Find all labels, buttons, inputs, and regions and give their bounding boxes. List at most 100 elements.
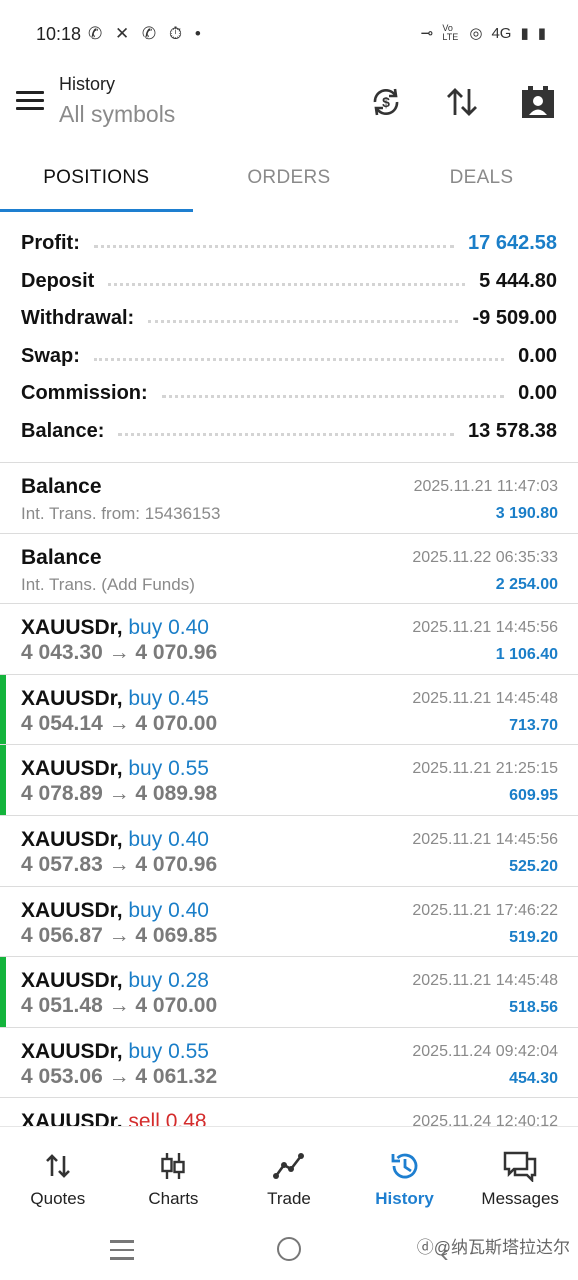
deal-time: 2025.11.21 14:45:56 bbox=[412, 619, 558, 637]
swap-label: Swap: bbox=[21, 344, 80, 367]
charts-icon bbox=[116, 1151, 232, 1181]
summary-row-commission: Commission: 0.00 bbox=[0, 375, 578, 413]
trade-icon bbox=[231, 1151, 347, 1181]
tab-deals[interactable]: DEALS bbox=[385, 150, 578, 212]
deal-type: buy 0.55 bbox=[128, 757, 209, 781]
deal-prices: 4 054.14 → 4 070.00 bbox=[21, 711, 218, 735]
nav-trade[interactable]: Trade bbox=[231, 1127, 347, 1220]
deal-symbol: XAUUSDr, bbox=[21, 1039, 123, 1063]
deal-time: 2025.11.21 14:45:48 bbox=[412, 972, 558, 990]
svg-text:$: $ bbox=[382, 94, 390, 110]
deal-time: 2025.11.21 14:45:48 bbox=[412, 689, 558, 707]
deal-symbol: XAUUSDr, bbox=[21, 898, 123, 922]
deals-list: Balance Int. Trans. from: 15436153 2025.… bbox=[0, 463, 578, 1126]
status-time: 10:18 bbox=[36, 24, 82, 44]
deal-prices: 4 057.83 → 4 070.96 bbox=[21, 852, 218, 876]
messages-icon bbox=[462, 1151, 578, 1182]
network-type-label: 4G bbox=[491, 24, 512, 42]
key-icon: ⊸ bbox=[420, 25, 434, 42]
signal-icon: ▮ bbox=[520, 25, 529, 42]
status-bar: 10:18 ✆ ✕ ✆ ⏱ • ⊸ Vo LTE ◎ 4G ▮ ▮ bbox=[0, 0, 578, 70]
deal-title: Balance bbox=[21, 545, 102, 569]
hotspot-icon: ◎ bbox=[469, 25, 483, 42]
commission-label: Commission: bbox=[21, 382, 148, 405]
profit-label: Profit: bbox=[21, 232, 80, 255]
nav-quotes[interactable]: Quotes bbox=[0, 1127, 116, 1220]
deal-title: XAUUSDr, buy 0.40 bbox=[21, 828, 209, 852]
deal-type: buy 0.40 bbox=[128, 898, 209, 922]
deal-type: buy 0.55 bbox=[128, 1039, 209, 1063]
deal-prices: 4 056.87 → 4 069.85 bbox=[21, 923, 218, 947]
list-item[interactable]: XAUUSDr, sell 0.48 2025.11.24 12:40:12 bbox=[0, 1098, 578, 1126]
calendar-icon bbox=[522, 86, 554, 118]
sort-button[interactable] bbox=[442, 82, 482, 122]
deal-type: sell 0.48 bbox=[128, 1110, 207, 1126]
deal-profit: 609.95 bbox=[509, 787, 558, 805]
nav-charts[interactable]: Charts bbox=[116, 1127, 232, 1220]
position-marker bbox=[0, 957, 6, 1027]
deal-profit: 1 106.40 bbox=[495, 646, 558, 664]
currency-sync-button[interactable]: $ bbox=[366, 82, 406, 122]
list-item[interactable]: Balance Int. Trans. (Add Funds) 2025.11.… bbox=[0, 534, 578, 605]
tab-positions[interactable]: POSITIONS bbox=[0, 150, 193, 212]
deal-time: 2025.11.21 21:25:15 bbox=[412, 760, 558, 778]
app-header: History All symbols $ bbox=[0, 70, 578, 150]
recents-icon[interactable] bbox=[110, 1240, 134, 1260]
nav-label: Trade bbox=[267, 1189, 311, 1208]
summary-row-deposit: Deposit 5 444.80 bbox=[0, 263, 578, 301]
deal-profit: 518.56 bbox=[509, 999, 558, 1017]
deal-type: buy 0.40 bbox=[128, 616, 209, 640]
deal-profit: 713.70 bbox=[509, 716, 558, 734]
withdrawal-label: Withdrawal: bbox=[21, 307, 135, 330]
currency-sync-icon: $ bbox=[373, 88, 399, 116]
deal-profit: 2 254.00 bbox=[495, 575, 558, 593]
nav-history[interactable]: History bbox=[347, 1127, 463, 1220]
deal-type: buy 0.45 bbox=[128, 686, 209, 710]
nav-messages[interactable]: Messages bbox=[462, 1127, 578, 1220]
deal-time: 2025.11.24 09:42:04 bbox=[412, 1042, 558, 1060]
deal-time: 2025.11.21 11:47:03 bbox=[413, 478, 558, 495]
list-item[interactable]: XAUUSDr, buy 0.55 4 053.06 → 4 061.32 20… bbox=[0, 1028, 578, 1099]
list-item[interactable]: Balance Int. Trans. from: 15436153 2025.… bbox=[0, 463, 578, 534]
list-item[interactable]: XAUUSDr, buy 0.40 4 043.30 → 4 070.96 20… bbox=[0, 604, 578, 675]
notification-icons: ✆ ✕ ✆ ⏱ • bbox=[88, 24, 205, 43]
list-item[interactable]: XAUUSDr, buy 0.55 4 078.89 → 4 089.98 20… bbox=[0, 745, 578, 816]
home-icon[interactable] bbox=[277, 1237, 301, 1261]
deal-comment: Int. Trans. (Add Funds) bbox=[21, 574, 195, 594]
deal-title: XAUUSDr, buy 0.40 bbox=[21, 616, 209, 640]
deal-symbol: XAUUSDr, bbox=[21, 1110, 123, 1126]
list-item[interactable]: XAUUSDr, buy 0.45 4 054.14 → 4 070.00 20… bbox=[0, 674, 578, 746]
nav-label: Quotes bbox=[30, 1189, 86, 1208]
deal-symbol: XAUUSDr, bbox=[21, 757, 123, 781]
deal-prices: 4 043.30 → 4 070.96 bbox=[21, 641, 218, 665]
swap-value: 0.00 bbox=[518, 344, 557, 367]
deal-title: XAUUSDr, sell 0.48 bbox=[21, 1110, 207, 1126]
list-item[interactable]: XAUUSDr, buy 0.40 4 056.87 → 4 069.85 20… bbox=[0, 887, 578, 958]
position-marker bbox=[0, 745, 6, 815]
calendar-button[interactable] bbox=[518, 82, 558, 122]
summary-row-withdrawal: Withdrawal: -9 509.00 bbox=[0, 300, 578, 338]
symbol-filter[interactable]: All symbols bbox=[59, 101, 175, 128]
withdrawal-value: -9 509.00 bbox=[472, 307, 557, 330]
deal-symbol: XAUUSDr, bbox=[21, 827, 123, 851]
summary-row-profit: Profit: 17 642.58 bbox=[0, 225, 578, 263]
list-item[interactable]: XAUUSDr, buy 0.28 4 051.48 → 4 070.00 20… bbox=[0, 957, 578, 1028]
deal-profit: 3 190.80 bbox=[495, 505, 558, 522]
menu-icon[interactable] bbox=[16, 91, 44, 111]
page-title: History bbox=[59, 74, 116, 94]
deal-symbol: XAUUSDr, bbox=[21, 969, 123, 993]
deal-type: buy 0.28 bbox=[128, 969, 209, 993]
sort-icon bbox=[447, 88, 477, 116]
dotted-leader bbox=[118, 432, 455, 436]
nav-label: History bbox=[375, 1189, 434, 1208]
list-item[interactable]: XAUUSDr, buy 0.40 4 057.83 → 4 070.96 20… bbox=[0, 816, 578, 887]
dotted-leader bbox=[93, 245, 455, 249]
deal-profit: 525.20 bbox=[509, 857, 558, 875]
summary-row-swap: Swap: 0.00 bbox=[0, 338, 578, 376]
deal-profit: 454.30 bbox=[509, 1069, 558, 1087]
deal-symbol: XAUUSDr, bbox=[21, 686, 123, 710]
tab-orders[interactable]: ORDERS bbox=[193, 150, 386, 212]
deposit-label: Deposit bbox=[21, 269, 95, 292]
profit-value: 17 642.58 bbox=[468, 232, 557, 255]
deposit-value: 5 444.80 bbox=[479, 269, 557, 292]
